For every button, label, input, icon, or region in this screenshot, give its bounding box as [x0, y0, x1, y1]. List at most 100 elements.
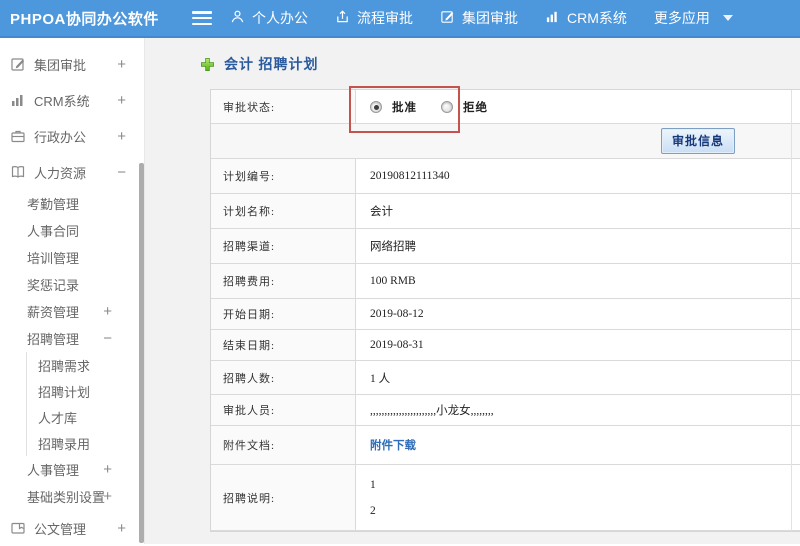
sidebar-item-hr[interactable]: 人力资源 − [0, 154, 144, 190]
sidebar-item-label: 招聘计划 [38, 384, 91, 400]
sidebar-item-attendance[interactable]: 考勤管理 [0, 190, 144, 217]
nav-item-crm-system[interactable]: CRM系统 [545, 8, 627, 28]
radio-label[interactable]: 批准 [392, 99, 417, 115]
sidebar-item-label: 人事合同 [27, 224, 80, 239]
field-label: 审批状态: [211, 90, 356, 123]
sidebar-item-group-approval[interactable]: 集团审批 + [0, 46, 144, 82]
page-header: 会计 招聘计划 [200, 54, 800, 74]
sidebar-item-personnel-mgmt[interactable]: 人事管理 + [0, 456, 144, 483]
hamburger-icon[interactable] [192, 11, 212, 25]
approval-info-button[interactable]: 审批信息 [660, 128, 735, 154]
table-row-attachment: 附件文档: 附件下载 [211, 426, 800, 465]
field-label: 招聘费用: [211, 264, 356, 298]
table-row: 计划名称: 会计 [211, 194, 800, 229]
field-label: 开始日期: [211, 299, 356, 329]
sidebar-item-label: 招聘需求 [38, 358, 91, 374]
book-icon [10, 164, 26, 180]
field-label: 计划名称: [211, 194, 356, 228]
briefcase-icon [10, 128, 26, 144]
app-brand: PHPOA协同办公软件 [10, 10, 159, 28]
field-value: 批准 拒绝 [356, 90, 800, 123]
table-row-description: 招聘说明: 1 2 [211, 465, 800, 531]
sidebar-item-recruit-hire[interactable]: 招聘录用 [26, 430, 144, 456]
sidebar-item-label: 培训管理 [27, 251, 80, 266]
bar-chart-icon [10, 92, 26, 108]
table-row: 开始日期: 2019-08-12 [211, 299, 800, 330]
top-navbar: PHPOA协同办公软件 个人办公 流程审批 集团审批 CRM系统 更多应用 [0, 0, 800, 38]
sidebar-item-label: 考勤管理 [27, 197, 80, 212]
nav-item-personal-office[interactable]: 个人办公 [230, 8, 308, 28]
field-label: 审批人员: [211, 395, 356, 425]
expand-toggle[interactable]: + [117, 92, 126, 109]
radio-button[interactable] [441, 100, 453, 113]
add-plus-icon [200, 57, 215, 72]
table-row: 招聘渠道: 网络招聘 [211, 229, 800, 264]
sidebar-item-label: 基础类别设置 [27, 490, 106, 505]
attachment-download-link[interactable]: 附件下载 [370, 437, 416, 453]
main-content: 会计 招聘计划 审批状态: 批准 拒绝 审批信息 计划编号: 201908121… [145, 38, 800, 544]
sidebar-item-recruit-plan[interactable]: 招聘计划 [26, 378, 144, 404]
sidebar-item-crm[interactable]: CRM系统 + [0, 82, 144, 118]
nav-item-group-approval[interactable]: 集团审批 [440, 8, 518, 28]
expand-toggle[interactable]: + [117, 520, 126, 537]
workflow-upload-icon [335, 9, 350, 27]
table-right-edge [791, 90, 792, 531]
expand-toggle[interactable]: − [103, 330, 112, 347]
edit-square-icon [440, 9, 455, 27]
sidebar: 集团审批 + CRM系统 + 行政办公 + 人力资源 − 考勤管理 人事合同 培… [0, 38, 145, 544]
approval-radio-group: 批准 拒绝 [370, 99, 502, 115]
radio-label[interactable]: 拒绝 [463, 99, 488, 115]
sidebar-item-salary[interactable]: 薪资管理 + [0, 298, 144, 325]
field-value: ,,,,,,,,,,,,,,,,,,,,,,,小龙女,,,,,,,, [370, 405, 494, 417]
sidebar-item-rewards[interactable]: 奖惩记录 [0, 271, 144, 298]
field-value: 附件下载 [356, 426, 800, 464]
sidebar-item-recruit-demand[interactable]: 招聘需求 [26, 352, 144, 378]
nav-item-label: 更多应用 [653, 10, 710, 26]
table-row: 招聘人数: 1 人 [211, 361, 800, 395]
expand-toggle[interactable]: − [117, 164, 126, 181]
field-label: 计划编号: [211, 159, 356, 193]
expand-toggle[interactable]: + [103, 488, 112, 505]
radio-button[interactable] [370, 100, 382, 113]
nav-menu: 个人办公 流程审批 集团审批 CRM系统 更多应用 [230, 8, 733, 28]
sidebar-item-recruit-mgmt[interactable]: 招聘管理 − [0, 325, 144, 352]
sidebar-item-label: 招聘录用 [38, 436, 91, 452]
nav-item-more-apps[interactable]: 更多应用 [654, 8, 733, 28]
sidebar-item-label: 集团审批 [34, 57, 87, 73]
sidebar-item-label: 薪资管理 [27, 305, 80, 320]
user-icon [230, 9, 245, 27]
field-value: 2019-08-12 [370, 308, 424, 320]
field-label: 招聘说明: [211, 465, 356, 530]
description-line: 1 [370, 479, 376, 491]
table-row: 计划编号: 20190812111340 [211, 159, 800, 194]
nav-item-label: 流程审批 [357, 10, 413, 26]
field-value: 100 RMB [370, 275, 416, 287]
field-label: 招聘人数: [211, 361, 356, 394]
sidebar-item-label: 人力资源 [34, 165, 87, 181]
field-label: 结束日期: [211, 330, 356, 360]
expand-toggle[interactable]: + [103, 461, 112, 478]
sidebar-item-base-category[interactable]: 基础类别设置 + [0, 483, 144, 510]
field-value: 20190812111340 [370, 170, 450, 182]
sidebar-item-label: 行政办公 [34, 129, 87, 145]
sidebar-item-admin-office[interactable]: 行政办公 + [0, 118, 144, 154]
sidebar-item-hr-contract[interactable]: 人事合同 [0, 217, 144, 244]
table-row-status: 审批状态: 批准 拒绝 [211, 90, 800, 124]
table-row-action: 审批信息 [211, 124, 800, 159]
table-row: 招聘费用: 100 RMB [211, 264, 800, 299]
sidebar-scrollbar[interactable] [139, 163, 144, 543]
table-row: 结束日期: 2019-08-31 [211, 330, 800, 361]
field-label: 附件文档: [211, 426, 356, 464]
expand-toggle[interactable]: + [103, 303, 112, 320]
bar-chart-icon [545, 9, 560, 27]
field-value: 1 2 [356, 465, 800, 530]
expand-toggle[interactable]: + [117, 56, 126, 73]
field-value: 1 人 [370, 372, 391, 385]
nav-item-label: CRM系统 [567, 10, 627, 26]
expand-toggle[interactable]: + [117, 128, 126, 145]
sidebar-item-training[interactable]: 培训管理 [0, 244, 144, 271]
sidebar-item-talent-pool[interactable]: 人才库 [26, 404, 144, 430]
nav-item-workflow-approval[interactable]: 流程审批 [335, 8, 413, 28]
sidebar-item-document-mgmt[interactable]: 公文管理 + [0, 510, 144, 546]
sidebar-item-label: 招聘管理 [27, 332, 80, 347]
